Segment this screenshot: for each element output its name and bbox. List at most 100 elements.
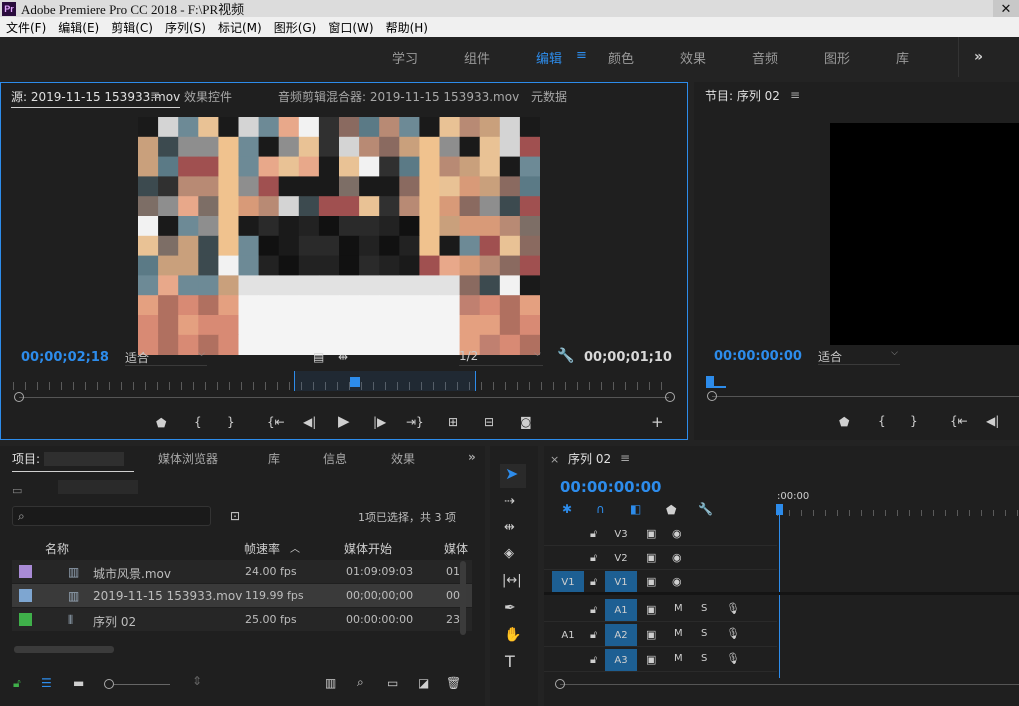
project-search-input[interactable]: ⌕ [12, 506, 211, 526]
eye-icon[interactable]: ◉ [672, 527, 682, 540]
add-button-icon[interactable]: + [651, 415, 664, 430]
label-color-swatch[interactable] [19, 613, 32, 626]
solo-button[interactable]: S [701, 603, 707, 614]
ripple-edit-tool-icon[interactable]: ⇹ [504, 521, 515, 534]
mark-out-icon[interactable]: } [227, 416, 235, 428]
program-timecode[interactable]: 00:00:00:00 [714, 349, 802, 364]
find-bin-icon[interactable]: ⊡ [230, 510, 240, 522]
project-horizontal-scrollbar[interactable] [14, 646, 114, 653]
track-target[interactable]: V1 [605, 571, 637, 593]
zoom-handle-right[interactable] [665, 392, 675, 402]
selection-tool-icon[interactable]: ➤ [505, 466, 518, 482]
lock-icon[interactable]: 🔓︎ [13, 677, 21, 689]
workspace-effects[interactable]: 效果 [680, 48, 706, 67]
source-patch-audio[interactable]: A1 [552, 624, 584, 646]
project-item-row[interactable]: ▥ 城市风景.mov 24.00 fps 01:09:09:03 01 [12, 560, 472, 583]
project-item-row[interactable]: ▥ 2019-11-15 153933.mov 119.99 fps 00;00;00… [12, 584, 472, 607]
source-timecode[interactable]: 00;00;02;18 [21, 350, 109, 365]
razor-tool-icon[interactable]: ◈ [504, 547, 514, 560]
timeline-ruler[interactable] [777, 510, 1019, 516]
menu-edit[interactable]: 编辑(E) [52, 19, 105, 36]
panel-menu-icon[interactable]: ≡ [620, 451, 630, 465]
tab-metadata[interactable]: 元数据 [531, 88, 567, 105]
sync-lock-icon[interactable]: ▣ [646, 551, 656, 564]
sync-lock-icon[interactable]: ▣ [646, 628, 656, 641]
program-playhead[interactable] [706, 376, 714, 386]
eye-icon[interactable]: ◉ [672, 575, 682, 588]
menu-window[interactable]: 窗口(W) [322, 19, 379, 36]
source-patch-video[interactable]: V1 [552, 571, 584, 593]
source-in-out-range[interactable] [294, 371, 476, 391]
type-tool-icon[interactable]: T [505, 654, 515, 670]
track-lock-icon[interactable]: 🔓︎ [590, 628, 597, 642]
add-marker-icon[interactable]: ⬟ [156, 417, 166, 429]
tab-media-browser[interactable]: 媒体浏览器 [158, 450, 218, 467]
menu-graphics[interactable]: 图形(G) [268, 19, 323, 36]
source-fit-dropdown[interactable]: 适合 ⌵ [125, 349, 207, 366]
step-forward-icon[interactable]: |▶ [373, 416, 386, 428]
track-lock-icon[interactable]: 🔓︎ [590, 653, 597, 667]
column-frame-rate[interactable]: 帧速率 [244, 540, 280, 557]
workspace-audio[interactable]: 音频 [752, 48, 778, 67]
track-target[interactable]: A2 [605, 624, 637, 646]
eye-icon[interactable]: ◉ [672, 551, 682, 564]
zoom-handle-left[interactable] [555, 679, 565, 689]
zoom-slider-handle[interactable] [104, 679, 114, 689]
tab-libraries[interactable]: 库 [268, 450, 280, 467]
source-zoom-bar[interactable] [19, 397, 669, 398]
mute-button[interactable]: M [674, 653, 683, 664]
menu-clip[interactable]: 剪辑(C) [105, 19, 159, 36]
new-item-icon[interactable]: ◪ [418, 677, 429, 689]
tab-program[interactable]: 节目: 序列 02 [705, 87, 780, 104]
column-media-start[interactable]: 媒体开始 [344, 540, 392, 557]
workspace-color[interactable]: 颜色 [608, 48, 634, 67]
workspace-libraries[interactable]: 库 [896, 48, 909, 67]
list-view-icon[interactable]: ☰ [41, 677, 52, 689]
safe-margins-icon[interactable]: ▤ [313, 351, 324, 363]
add-marker-icon[interactable]: ⬟ [839, 416, 849, 428]
panel-menu-icon[interactable]: ≡ [790, 88, 800, 102]
go-to-in-icon[interactable]: {⇤ [267, 416, 285, 428]
column-name[interactable]: 名称 [45, 540, 69, 557]
pen-tool-icon[interactable]: ✒ [504, 601, 516, 615]
hand-tool-icon[interactable]: ✋ [504, 628, 521, 642]
mark-out-icon[interactable]: } [910, 415, 918, 427]
mark-in-icon[interactable]: { [878, 415, 886, 427]
tab-info[interactable]: 信息 [323, 450, 347, 467]
label-color-swatch[interactable] [19, 589, 32, 602]
sync-lock-icon[interactable]: ▣ [646, 603, 656, 616]
resolution-dropdown[interactable]: 1/2 ⌵ [459, 349, 543, 366]
menu-markers[interactable]: 标记(M) [212, 19, 268, 36]
workspace-assembly[interactable]: 组件 [464, 48, 490, 67]
icon-view-icon[interactable]: ▬ [73, 677, 84, 689]
track-target[interactable]: V3 [605, 523, 637, 545]
track-lock-icon[interactable]: 🔓︎ [590, 551, 597, 565]
step-back-icon[interactable]: ◀| [303, 416, 316, 428]
export-frame-icon[interactable]: ◙ [520, 416, 532, 428]
go-to-out-icon[interactable]: ⇥} [406, 416, 424, 428]
panel-menu-icon[interactable]: ≡ [150, 88, 160, 102]
play-icon[interactable]: ▶ [338, 414, 350, 429]
sync-lock-icon[interactable]: ▣ [646, 527, 656, 540]
tab-effect-controls[interactable]: 效果控件 [184, 88, 232, 105]
close-window-button[interactable]: ✕ [993, 0, 1019, 17]
more-tabs-icon[interactable]: » [468, 450, 476, 464]
program-zoom-bar[interactable] [712, 396, 1019, 397]
track-lock-icon[interactable]: 🔓︎ [590, 527, 597, 541]
track-select-tool-icon[interactable]: ⇢ [504, 495, 515, 508]
automate-to-sequence-icon[interactable]: ▥ [325, 677, 336, 689]
step-back-icon[interactable]: ◀| [986, 415, 999, 427]
sort-icons-icon[interactable]: ⇕ [192, 675, 202, 687]
program-fit-dropdown[interactable]: 适合 ⌵ [818, 348, 900, 365]
snap-magnet-icon[interactable]: ∩ [596, 503, 605, 515]
track-target[interactable]: A3 [605, 649, 637, 671]
mark-in-icon[interactable]: { [194, 416, 202, 428]
solo-button[interactable]: S [701, 628, 707, 639]
timeline-timecode[interactable]: 00:00:00:00 [560, 478, 662, 496]
microphone-icon[interactable]: 🎙︎ [726, 627, 740, 640]
project-item-row[interactable]: ⫴ 序列 02 25.00 fps 00:00:00:00 23 [12, 608, 472, 631]
column-media[interactable]: 媒体 [444, 540, 468, 557]
sync-lock-icon[interactable]: ▣ [646, 575, 656, 588]
microphone-icon[interactable]: 🎙︎ [726, 602, 740, 615]
workspace-menu-icon[interactable]: ≡ [576, 48, 587, 63]
